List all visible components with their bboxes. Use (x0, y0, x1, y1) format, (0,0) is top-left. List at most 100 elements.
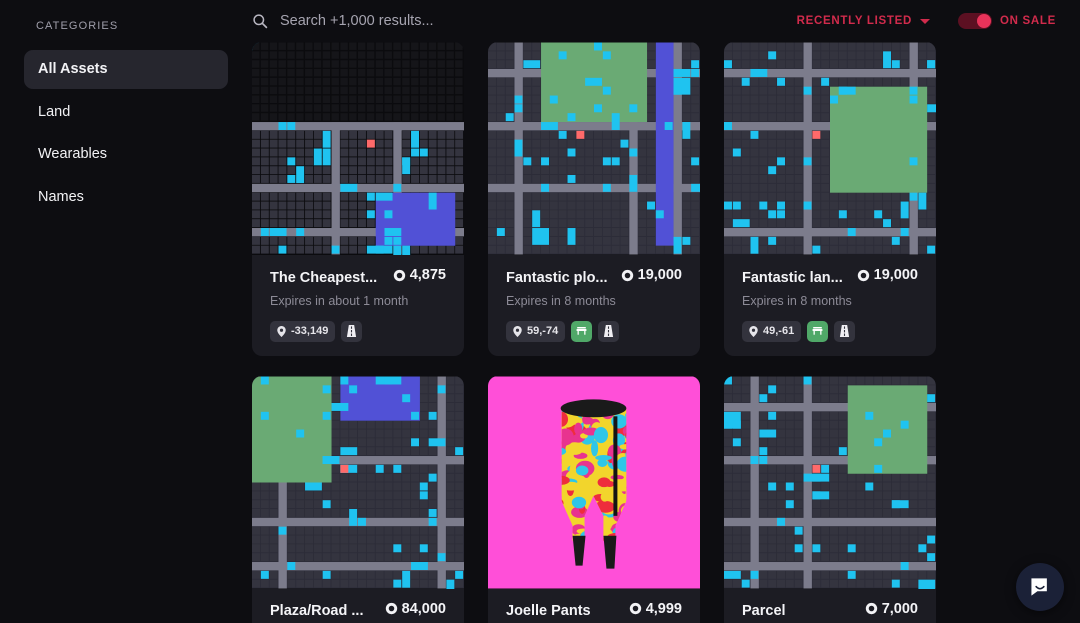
asset-price: 84,000 (385, 601, 446, 617)
asset-card-body: Parcel 7,000 (724, 589, 936, 623)
location-pin-icon (749, 325, 758, 337)
asset-price-value: 19,000 (873, 267, 918, 283)
asset-card-image (724, 42, 936, 255)
asset-grid: The Cheapest... 4,875 Expires in about 1… (252, 42, 1080, 623)
sidebar-item-all-assets[interactable]: All Assets (24, 50, 228, 89)
sidebar-item-label: Wearables (38, 146, 108, 162)
asset-card-header: Joelle Pants 4,999 (506, 601, 682, 620)
sidebar: CATEGORIES All Assets Land Wearables Nam… (0, 0, 252, 623)
asset-card-header: Parcel 7,000 (742, 601, 918, 620)
land-map-image (252, 42, 464, 255)
road-icon (347, 325, 357, 337)
asset-card[interactable]: Fantastic lan... 19,000 Expires in 8 mon… (724, 42, 936, 356)
on-sale-label: ON SALE (999, 15, 1056, 27)
asset-title: Fantastic plo... (506, 269, 608, 286)
asset-card[interactable]: The Cheapest... 4,875 Expires in about 1… (252, 42, 464, 356)
asset-price: 19,000 (857, 267, 918, 283)
plaza-badge[interactable] (807, 320, 829, 342)
asset-card-image (252, 375, 464, 589)
on-sale-toggle[interactable]: ON SALE (957, 13, 1056, 29)
chat-widget-button[interactable] (1016, 563, 1064, 611)
asset-card-image (488, 42, 700, 255)
asset-card-image (724, 375, 936, 589)
sidebar-item-wearables[interactable]: Wearables (24, 135, 228, 174)
asset-card[interactable]: Fantastic plo... 19,000 Expires in 8 mon… (488, 42, 700, 356)
asset-badges: -33,149 (270, 320, 446, 342)
asset-card[interactable]: Joelle Pants 4,999 (488, 375, 700, 623)
asset-price: 19,000 (621, 267, 682, 283)
location-pin-icon (513, 325, 522, 337)
search-icon (252, 13, 268, 29)
asset-card-body: Fantastic lan... 19,000 Expires in 8 mon… (724, 255, 936, 356)
toggle-track[interactable] (957, 13, 992, 29)
road-badge[interactable] (834, 320, 856, 342)
coordinates-badge[interactable]: -33,149 (270, 320, 336, 342)
asset-price-value: 84,000 (401, 600, 446, 617)
sidebar-item-label: Names (38, 188, 84, 205)
asset-badges: 49,-61 (742, 320, 918, 342)
sort-dropdown[interactable]: RECENTLY LISTED (797, 15, 930, 27)
sidebar-heading: CATEGORIES (36, 20, 119, 32)
sidebar-item-land[interactable]: Land (24, 93, 228, 132)
asset-price-value: 19,000 (637, 267, 682, 283)
sidebar-item-label: Land (38, 103, 71, 120)
asset-expiry: Expires in 8 months (742, 293, 852, 308)
sidebar-item-label: All Assets (38, 61, 108, 77)
wearable-image (488, 376, 700, 588)
location-pin-icon (277, 325, 286, 337)
asset-expiry: Expires in about 1 month (270, 293, 409, 308)
road-icon (604, 325, 614, 337)
asset-price: 4,999 (629, 601, 682, 617)
plaza-bench-icon (576, 327, 587, 335)
land-map-image (724, 42, 936, 255)
mana-icon (865, 602, 877, 615)
marketplace-app: CATEGORIES All Assets Land Wearables Nam… (0, 0, 1080, 623)
sidebar-category-list: All Assets Land Wearables Names (24, 50, 228, 216)
asset-price: 4,875 (393, 267, 446, 283)
asset-price: 7,000 (865, 601, 918, 617)
asset-badges: 59,-74 (506, 320, 682, 342)
asset-title: Parcel (742, 603, 786, 619)
asset-card-body: Plaza/Road ... 84,000 (252, 589, 464, 623)
sidebar-item-names[interactable]: Names (24, 178, 228, 217)
coordinates-badge[interactable]: 49,-61 (742, 320, 802, 342)
mana-icon (621, 269, 633, 281)
land-map-image (488, 42, 700, 255)
search-input[interactable] (280, 13, 787, 29)
chat-bubble-icon (1031, 578, 1047, 596)
toolbar: RECENTLY LISTED ON SALE (252, 0, 1080, 42)
asset-card-image (252, 42, 464, 255)
asset-card-body: The Cheapest... 4,875 Expires in about 1… (252, 255, 464, 356)
land-map-image (252, 376, 464, 589)
sort-dropdown-label: RECENTLY LISTED (796, 15, 912, 27)
asset-title: Fantastic lan... (742, 269, 843, 286)
coordinates-label: -33,149 (291, 325, 329, 337)
coordinates-badge[interactable]: 59,-74 (506, 320, 566, 342)
asset-card-header: Fantastic lan... 19,000 (742, 267, 918, 286)
asset-price-value: 4,999 (645, 600, 682, 617)
asset-card-image (488, 375, 700, 589)
asset-title: Plaza/Road ... (270, 603, 364, 619)
main-content: RECENTLY LISTED ON SALE The Cheapest... … (252, 0, 1080, 623)
road-badge[interactable] (341, 320, 363, 342)
land-map-image (724, 376, 936, 589)
asset-title: The Cheapest... (270, 269, 378, 286)
mana-icon (629, 602, 641, 615)
mana-icon (385, 602, 397, 615)
plaza-bench-icon (812, 327, 823, 335)
asset-price-value: 4,875 (409, 267, 446, 283)
toggle-knob (976, 14, 991, 28)
asset-card[interactable]: Plaza/Road ... 84,000 (252, 375, 464, 623)
asset-card[interactable]: Parcel 7,000 (724, 375, 936, 623)
asset-card-header: Plaza/Road ... 84,000 (270, 601, 446, 620)
asset-card-body: Fantastic plo... 19,000 Expires in 8 mon… (488, 255, 700, 356)
mana-icon (857, 269, 869, 281)
asset-expiry: Expires in 8 months (506, 293, 616, 308)
plaza-badge[interactable] (571, 320, 593, 342)
search-box[interactable] (252, 13, 787, 29)
chevron-down-icon (919, 18, 930, 24)
asset-price-value: 7,000 (881, 600, 918, 617)
asset-card-body: Joelle Pants 4,999 (488, 589, 700, 623)
road-badge[interactable] (598, 320, 620, 342)
mana-icon (393, 269, 405, 281)
